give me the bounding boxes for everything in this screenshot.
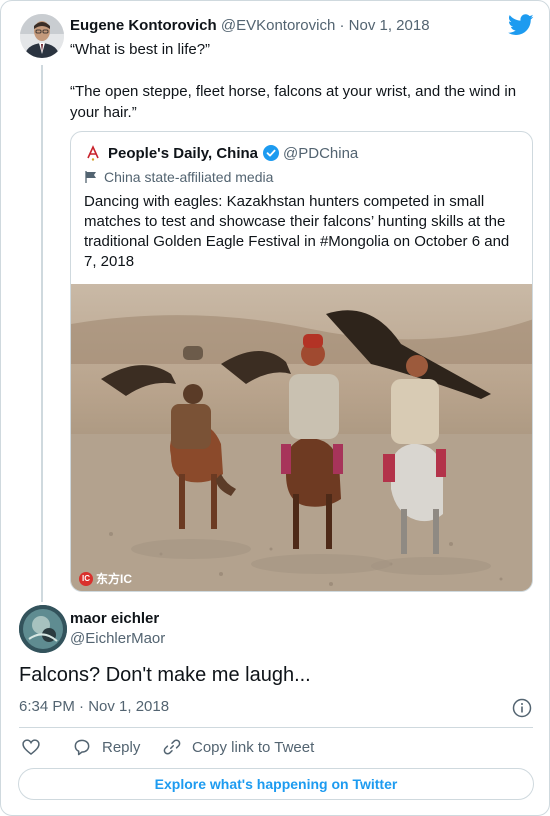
author-avatar[interactable] bbox=[20, 14, 64, 58]
quoted-tweet-header: People's Daily, China @PDChina bbox=[84, 144, 358, 162]
link-icon bbox=[163, 739, 181, 755]
reply-label: Reply bbox=[102, 738, 141, 756]
photo-watermark: IC 东方IC bbox=[79, 570, 132, 587]
quoted-tweet[interactable]: People's Daily, China @PDChina China sta… bbox=[70, 131, 533, 592]
affiliation-text: China state-affiliated media bbox=[104, 169, 274, 185]
eagle-hunters-photo bbox=[71, 284, 532, 591]
main-tweet-text: Falcons? Don't make me laugh... bbox=[19, 664, 311, 686]
copy-link-label: Copy link to Tweet bbox=[192, 738, 315, 756]
quoted-author-name[interactable]: People's Daily, China bbox=[108, 145, 258, 162]
heart-icon bbox=[22, 739, 40, 756]
watermark-badge: IC bbox=[79, 571, 93, 586]
quoted-tweet-photo[interactable]: IC 东方IC bbox=[71, 284, 532, 591]
thread-line bbox=[41, 65, 43, 602]
state-media-label[interactable]: China state-affiliated media bbox=[84, 169, 273, 185]
watermark-text: 东方IC bbox=[96, 572, 133, 586]
quoted-author-handle[interactable]: @PDChina bbox=[283, 145, 358, 162]
twitter-bird-icon[interactable] bbox=[508, 14, 534, 36]
reply-tweet-header: Eugene Kontorovich @EVKontorovich · Nov … bbox=[70, 17, 430, 34]
tweet-text-line: “The open steppe, fleet horse, falcons a… bbox=[70, 83, 517, 121]
like-button[interactable] bbox=[21, 737, 51, 757]
tweet-timestamp[interactable]: 6:34 PM · Nov 1, 2018 bbox=[19, 698, 169, 715]
reply-tweet-text: “What is best in life?” “The open steppe… bbox=[70, 39, 530, 144]
explore-twitter-button[interactable]: Explore what's happening on Twitter bbox=[18, 768, 534, 800]
main-author-avatar[interactable] bbox=[19, 605, 67, 653]
author-name[interactable]: Eugene Kontorovich bbox=[70, 17, 217, 34]
flag-icon bbox=[85, 171, 96, 183]
person-avatar-icon bbox=[20, 14, 64, 58]
tweet-embed-card: Eugene Kontorovich @EVKontorovich · Nov … bbox=[0, 0, 550, 816]
main-author-name[interactable]: maor eichler bbox=[70, 610, 159, 627]
speech-bubble-icon bbox=[74, 739, 90, 756]
tweet-text-line: “What is best in life?” bbox=[70, 41, 211, 58]
peoples-daily-logo-icon bbox=[84, 144, 102, 162]
reply-button[interactable]: Reply bbox=[72, 737, 140, 757]
verified-badge-icon bbox=[263, 145, 279, 161]
author-handle[interactable]: @EVKontorovich bbox=[221, 17, 335, 34]
divider bbox=[19, 727, 533, 728]
avatar-image-icon bbox=[19, 605, 67, 653]
copy-link-button[interactable]: Copy link to Tweet bbox=[162, 737, 314, 757]
tweet-date[interactable]: Nov 1, 2018 bbox=[349, 17, 430, 34]
separator-dot: · bbox=[339, 17, 345, 34]
info-icon[interactable] bbox=[512, 698, 532, 718]
quoted-tweet-text: Dancing with eagles: Kazakhstan hunters … bbox=[84, 193, 510, 270]
main-author-handle[interactable]: @EichlerMaor bbox=[70, 630, 165, 647]
